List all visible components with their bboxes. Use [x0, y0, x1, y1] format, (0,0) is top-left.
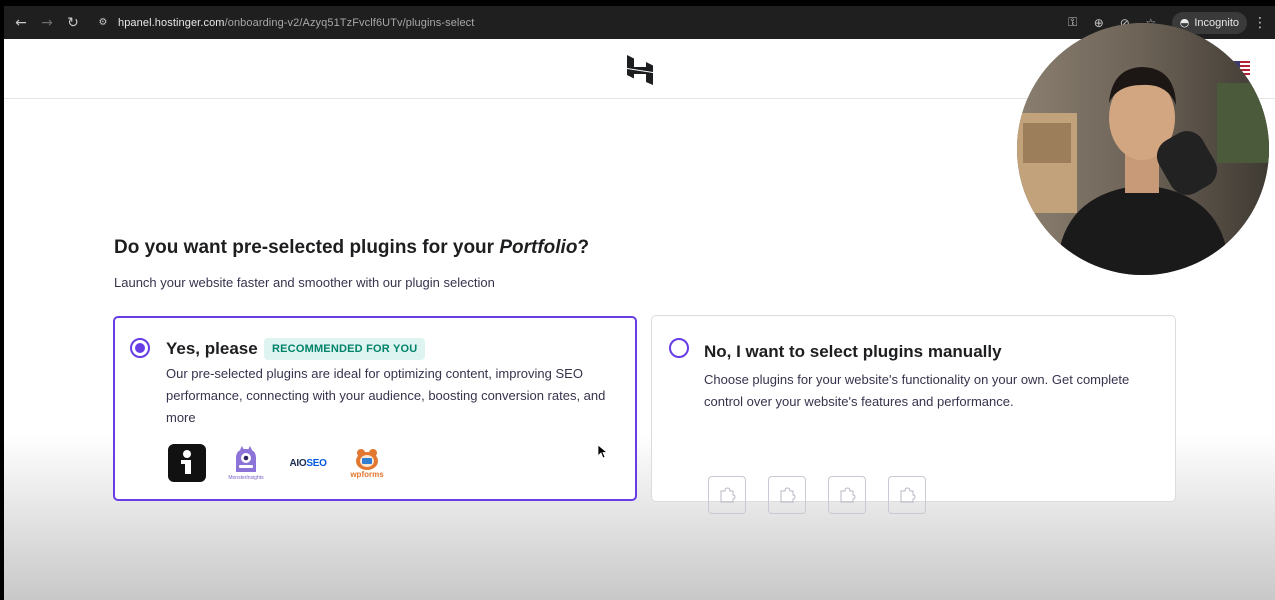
- url-host: hpanel.hostinger.com: [118, 16, 225, 29]
- monsterinsights-caption: MonsterInsights: [228, 474, 264, 481]
- radio-no[interactable]: [669, 338, 689, 358]
- incognito-label: Incognito: [1194, 16, 1239, 29]
- url-text: hpanel.hostinger.com/onboarding-v2/Azyq5…: [118, 17, 474, 29]
- back-icon[interactable]: ←: [8, 10, 34, 36]
- wpforms-logo: wpforms: [350, 444, 384, 482]
- reload-icon[interactable]: ↻: [60, 10, 86, 36]
- mouse-cursor-icon: [598, 445, 608, 459]
- monsterinsights-logo: MonsterInsights: [226, 443, 266, 483]
- aioseo-text-a: AIO: [289, 457, 307, 469]
- option-card-yes[interactable]: Yes, please RECOMMENDED FOR YOU Our pre-…: [113, 316, 637, 501]
- radio-yes[interactable]: [130, 338, 150, 358]
- aioseo-logo: AIO SEO: [286, 458, 330, 469]
- hostinger-logo[interactable]: [626, 55, 654, 85]
- plugin-placeholder-icon: [768, 476, 806, 514]
- incognito-icon: ◓: [1179, 16, 1190, 29]
- forward-icon[interactable]: →: [34, 10, 60, 36]
- plugin-placeholder-icon: [888, 476, 926, 514]
- option-no-description: Choose plugins for your website's functi…: [704, 372, 1130, 409]
- address-bar[interactable]: ⚙ hpanel.hostinger.com/onboarding-v2/Azy…: [96, 11, 475, 35]
- url-path: /onboarding-v2/Azyq51TzFvclf6UTv/plugins…: [224, 16, 475, 29]
- plugin-placeholders: [708, 476, 926, 514]
- webcam-overlay: [1017, 23, 1269, 275]
- option-yes-description: Our pre-selected plugins are ideal for o…: [166, 366, 606, 425]
- recommended-badge: RECOMMENDED FOR YOU: [264, 338, 426, 360]
- title-suffix: ?: [577, 237, 590, 258]
- option-no-label: No, I want to select plugins manually: [704, 342, 1002, 361]
- plugin-logos: MonsterInsights AIO SEO wpforms: [168, 443, 404, 483]
- title-prefix: Do you want pre-selected plugins for you…: [114, 237, 500, 258]
- option-card-no[interactable]: No, I want to select plugins manually Ch…: [651, 315, 1176, 514]
- page-subtitle: Launch your website faster and smoother …: [114, 275, 495, 290]
- option-yes-label: Yes, please: [166, 339, 258, 358]
- aioseo-text-b: SEO: [306, 457, 327, 469]
- key-icon[interactable]: ⚿: [1062, 12, 1084, 34]
- site-info-icon[interactable]: ⚙: [96, 16, 110, 30]
- info-plugin-icon: [168, 444, 206, 482]
- browser-menu-icon[interactable]: ⋮: [1251, 15, 1269, 31]
- title-emphasis: Portfolio: [499, 237, 578, 258]
- page-title: Do you want pre-selected plugins for you…: [114, 237, 589, 259]
- wpforms-caption: wpforms: [350, 470, 384, 479]
- browser-toolbar: ← → ↻ ⚙ hpanel.hostinger.com/onboarding-…: [4, 6, 1275, 39]
- plugin-placeholder-icon: [708, 476, 746, 514]
- plugin-placeholder-icon: [828, 476, 866, 514]
